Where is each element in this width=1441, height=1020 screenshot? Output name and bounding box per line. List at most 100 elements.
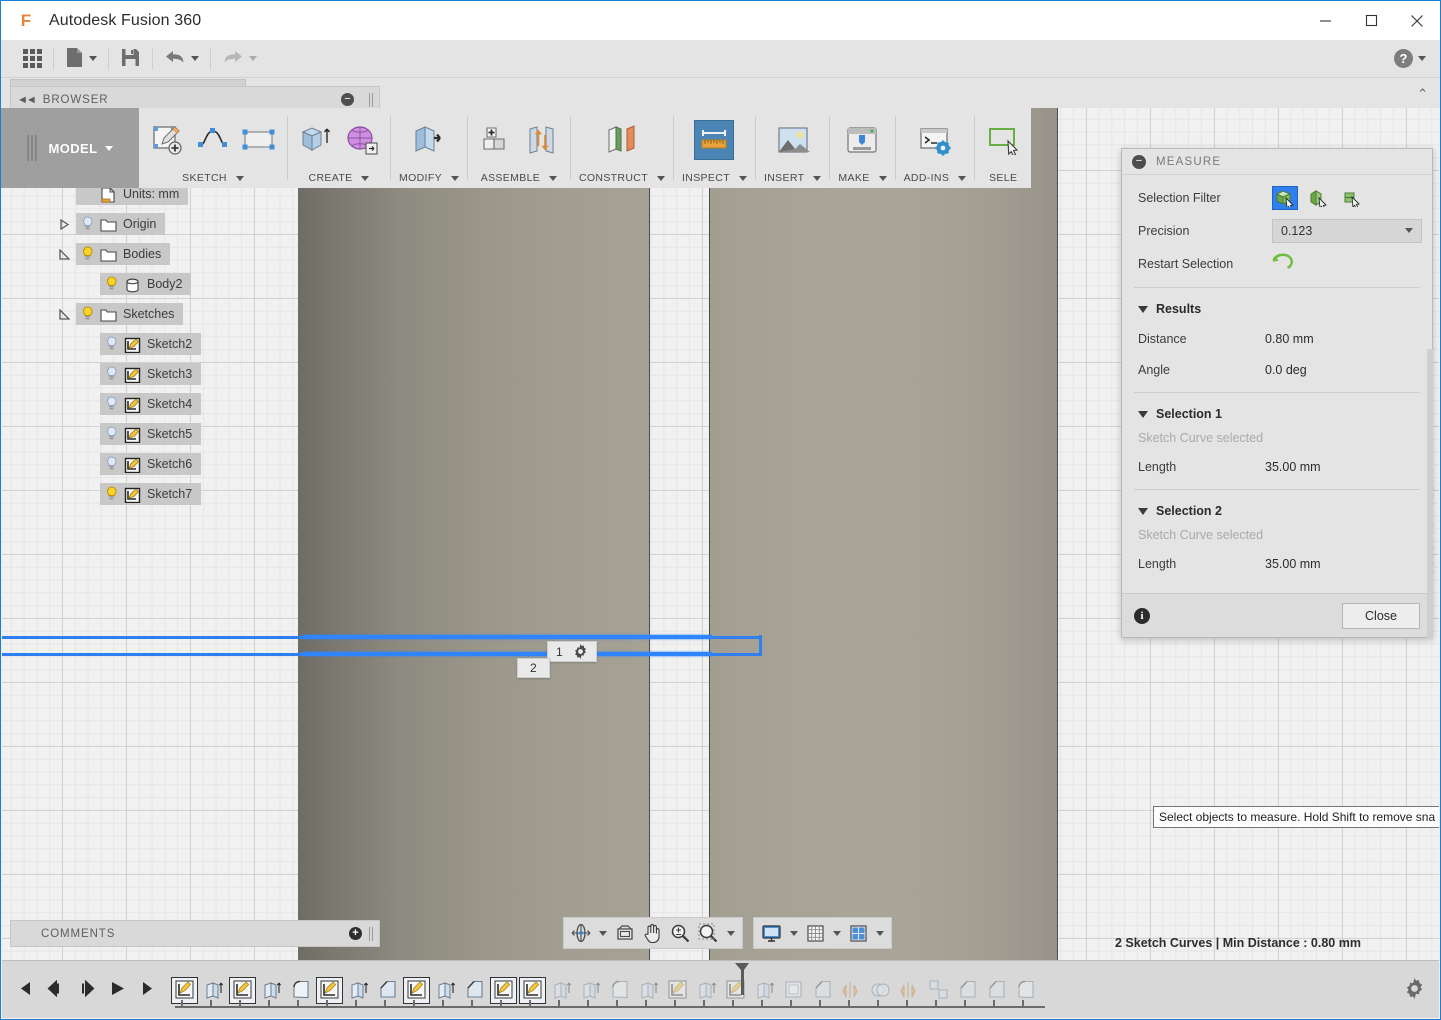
collapse-icon[interactable]: − [1132, 154, 1146, 169]
tree-expand-icon[interactable] [57, 218, 71, 230]
ribbon-group-label[interactable]: INSPECT [682, 172, 747, 184]
step-back-button[interactable] [47, 979, 64, 998]
close-window-button[interactable] [1394, 1, 1440, 40]
selection-badge-2[interactable]: 2 [517, 658, 550, 678]
zoom-button[interactable] [666, 918, 694, 948]
ribbon-group-label[interactable]: CREATE [309, 172, 370, 184]
browser-tree-item[interactable]: Sketch4 [10, 389, 380, 419]
display-settings-button[interactable] [757, 918, 802, 948]
comments-panel[interactable]: COMMENTS + [10, 920, 380, 947]
ribbon-group-label[interactable]: MODIFY [399, 172, 459, 184]
pan-button[interactable] [639, 918, 666, 948]
browser-tree-item[interactable]: Sketch6 [10, 449, 380, 479]
chevron-up-icon[interactable]: ⌃ [1417, 86, 1428, 102]
precision-dropdown[interactable]: 0.123 [1272, 218, 1422, 243]
app-grid-button[interactable] [1, 40, 50, 77]
minimize-button[interactable] [1302, 1, 1348, 40]
browser-tree-item[interactable]: Origin [10, 209, 380, 239]
measure-dialog[interactable]: − MEASURE Selection Filter Precision 0.1… [1121, 148, 1433, 639]
visibility-bulb-icon[interactable] [105, 426, 118, 442]
filter-select-body-button[interactable] [1272, 185, 1298, 210]
go-to-beginning-button[interactable] [16, 981, 33, 998]
browser-item-pill[interactable]: Origin [76, 213, 166, 235]
ribbon-group-label[interactable]: INSERT [764, 172, 822, 184]
tree-expand-icon[interactable] [57, 308, 71, 320]
go-to-end-button[interactable] [140, 981, 157, 998]
model-body-right[interactable] [709, 108, 1058, 1018]
ribbon-group-label[interactable]: ASSEMBLE [481, 172, 558, 184]
browser-item-pill[interactable]: Body2 [100, 273, 192, 295]
browser-tree-item[interactable]: Sketches [10, 299, 380, 329]
visibility-bulb-icon[interactable] [105, 336, 118, 352]
browser-item-pill[interactable]: Sketches [76, 303, 184, 325]
workspace-switcher[interactable]: MODEL [1, 108, 139, 188]
browser-tree-item[interactable]: Body2 [10, 269, 380, 299]
new-component-icon[interactable] [476, 120, 516, 160]
visibility-bulb-icon[interactable] [105, 456, 118, 472]
fit-button[interactable] [694, 918, 739, 948]
browser-tree-item[interactable]: Sketch5 [10, 419, 380, 449]
browser-tree-item[interactable]: Sketch3 [10, 359, 380, 389]
gear-icon[interactable] [573, 644, 588, 659]
browser-tree-item[interactable]: Sketch7 [10, 479, 380, 509]
visibility-bulb-icon[interactable] [105, 276, 118, 292]
step-forward-button[interactable] [78, 979, 95, 998]
undo-button[interactable] [156, 40, 207, 77]
select-icon[interactable] [983, 120, 1023, 160]
browser-item-pill[interactable]: Sketch6 [100, 453, 202, 475]
ribbon-group-label[interactable]: SELE [989, 172, 1017, 184]
viewports-button[interactable] [845, 918, 888, 948]
visibility-bulb-icon[interactable] [81, 216, 94, 232]
visibility-bulb-icon[interactable] [81, 246, 94, 262]
panel-grip[interactable] [369, 926, 373, 941]
info-icon[interactable]: i [1134, 607, 1150, 624]
visibility-bulb-icon[interactable] [105, 366, 118, 382]
browser-item-pill[interactable]: Sketch5 [100, 423, 202, 445]
filter-select-edge-button[interactable] [1340, 186, 1366, 210]
joint-icon[interactable] [522, 120, 562, 160]
create-sketch-icon[interactable] [147, 120, 187, 160]
panel-grip[interactable] [369, 92, 373, 107]
rectangle-icon[interactable] [239, 120, 279, 160]
new-document-button[interactable] [57, 40, 105, 77]
ribbon-group-label[interactable]: CONSTRUCT [579, 172, 665, 184]
double-left-arrow-icon[interactable]: ◄◄ [17, 94, 37, 106]
orbit-button[interactable] [567, 918, 611, 948]
look-at-button[interactable] [611, 918, 639, 948]
insert-image-icon[interactable] [773, 120, 813, 160]
form-icon[interactable] [342, 120, 382, 160]
filter-select-face-button[interactable] [1306, 186, 1332, 210]
collapse-icon[interactable]: − [341, 93, 354, 106]
undo-curved-arrow-icon[interactable] [1272, 252, 1294, 275]
browser-item-pill[interactable]: Bodies [76, 243, 171, 265]
browser-tree-item[interactable]: Sketch2 [10, 329, 380, 359]
selection1-section-header[interactable]: Selection 1 [1122, 400, 1432, 428]
browser-item-pill[interactable]: Sketch2 [100, 333, 202, 355]
visibility-bulb-icon[interactable] [105, 396, 118, 412]
selection-badge-1[interactable]: 1 [547, 641, 597, 662]
timeline-marker[interactable] [732, 962, 752, 996]
visibility-bulb-icon[interactable] [81, 306, 94, 322]
measure-icon[interactable] [694, 120, 735, 160]
close-button[interactable]: Close [1342, 602, 1420, 629]
timeline-features-area[interactable] [171, 961, 1390, 1018]
press-pull-icon[interactable] [409, 120, 449, 160]
ribbon-group-label[interactable]: MAKE [838, 172, 887, 184]
save-button[interactable] [112, 40, 149, 77]
dialog-scrollbar[interactable] [1427, 349, 1433, 639]
play-button[interactable] [109, 981, 126, 998]
add-comment-icon[interactable]: + [349, 927, 362, 940]
browser-item-pill[interactable]: Sketch7 [100, 483, 202, 505]
ribbon-group-label[interactable]: ADD-INS [904, 172, 967, 184]
help-icon[interactable]: ? [1394, 49, 1413, 68]
results-section-header[interactable]: Results [1122, 295, 1432, 323]
tree-expand-icon[interactable] [57, 248, 71, 260]
grid-snaps-button[interactable] [802, 918, 845, 948]
3d-print-icon[interactable] [842, 120, 882, 160]
scripts-addins-icon[interactable] [915, 120, 955, 160]
ribbon-group-label[interactable]: SKETCH [182, 172, 244, 184]
timeline-settings-button[interactable] [1390, 977, 1439, 1002]
browser-item-pill[interactable]: Sketch4 [100, 393, 202, 415]
spline-icon[interactable] [193, 120, 233, 160]
maximize-button[interactable] [1348, 1, 1394, 40]
